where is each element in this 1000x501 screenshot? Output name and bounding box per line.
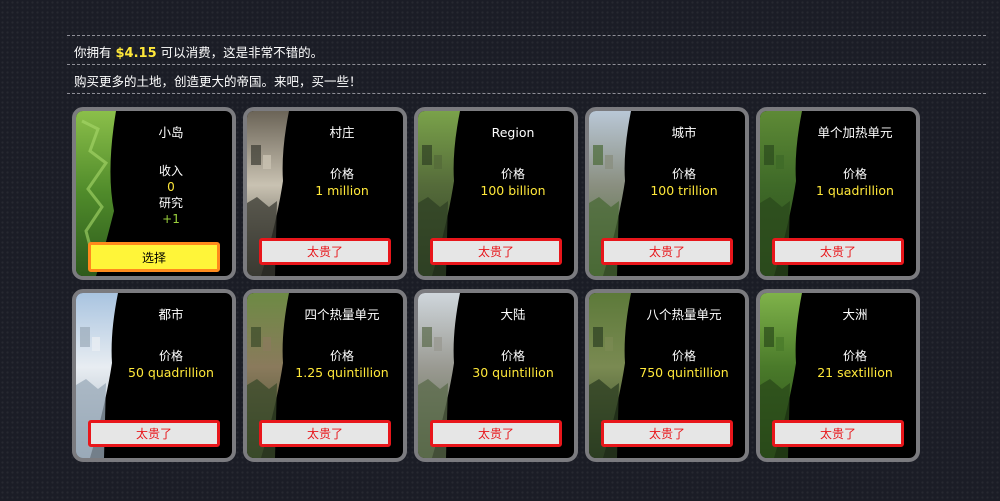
land-name: 单个加热单元 [817,125,893,140]
divider-top [67,35,986,36]
land-name: 四个热量单元 [304,307,380,322]
price-label: 价格 [329,167,354,181]
too-expensive-button[interactable]: 太贵了 [772,238,904,265]
land-card: Region 价格 100 billion 太贵了 [414,107,578,280]
too-expensive-button[interactable]: 太贵了 [259,238,391,265]
land-name: 小岛 [158,125,184,140]
divider-middle [67,64,986,65]
price-label: 价格 [500,167,525,181]
price-label: 价格 [671,167,696,181]
land-name: 大洲 [842,307,868,322]
income-label: 收入 [158,164,183,178]
too-expensive-button[interactable]: 太贵了 [88,420,220,447]
land-name: 村庄 [329,125,355,140]
price-label: 价格 [671,349,696,363]
price-label: 价格 [500,349,525,363]
land-card: 大陆价格 30 quintillion 太贵了 [414,289,578,462]
price-label: 价格 [158,349,183,363]
land-name: 大陆 [500,307,526,322]
money-amount: $4.15 [115,46,157,61]
money-suffix: 可以消费，这是非常不错的。 [160,45,324,60]
land-name: 城市 [671,125,697,140]
price-value: 1.25 quintillion [295,365,389,380]
too-expensive-button[interactable]: 太贵了 [772,420,904,447]
land-card-owned: 小岛 收入 0 研究 +1 选择 [72,107,236,280]
price-value: 750 quintillion [639,365,729,380]
price-value: 50 quadrillion [128,365,214,380]
too-expensive-button[interactable]: 太贵了 [601,420,733,447]
price-value: 21 sextillion [817,365,893,380]
research-label: 研究 [158,196,183,210]
land-card: 单个加热单元 价格 1 quadrillion 太贵了 [756,107,920,280]
land-card: 四个热量单元 价格 1.25 quintillion 太贵了 [243,289,407,462]
research-value: +1 [162,212,180,226]
money-status: 你拥有 $4.15 可以消费，这是非常不错的。 [74,42,323,61]
too-expensive-button[interactable]: 太贵了 [259,420,391,447]
too-expensive-button[interactable]: 太贵了 [430,238,562,265]
too-expensive-button[interactable]: 太贵了 [601,238,733,265]
land-grid: 小岛 收入 0 研究 +1 选择 村庄价格 1 million 太贵了 Region 价… [72,107,920,462]
price-label: 价格 [842,167,867,181]
land-card: 村庄价格 1 million 太贵了 [243,107,407,280]
price-value: 30 quintillion [472,365,554,380]
too-expensive-button[interactable]: 太贵了 [430,420,562,447]
land-card: 八个热量单元 价格 750 quintillion 太贵了 [585,289,749,462]
land-card: 都市价格 50 quadrillion 太贵了 [72,289,236,462]
subtitle: 购买更多的土地，创造更大的帝国。来吧，买一些！ [74,74,362,89]
land-card: 大洲价格 21 sextillion 太贵了 [756,289,920,462]
price-label: 价格 [842,349,867,363]
land-card: 城市价格 100 trillion 太贵了 [585,107,749,280]
land-name: 八个热量单元 [646,307,722,322]
money-prefix: 你拥有 [74,45,112,60]
land-name: 都市 [158,307,184,322]
price-value: 1 quadrillion [816,183,894,198]
price-value: 100 trillion [650,183,718,198]
land-name: Region [491,125,535,140]
select-button[interactable]: 选择 [88,242,220,272]
price-label: 价格 [329,349,354,363]
price-value: 100 billion [480,183,546,198]
price-value: 1 million [315,183,369,198]
income-value: 0 [167,180,175,194]
divider-bottom [67,93,986,94]
